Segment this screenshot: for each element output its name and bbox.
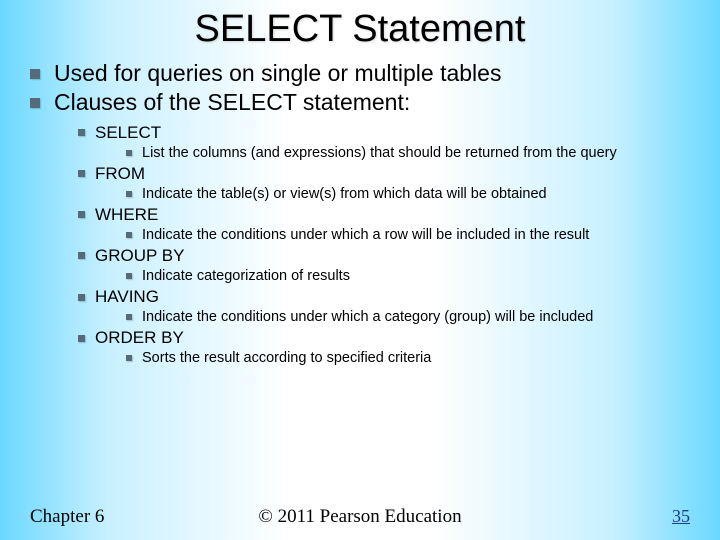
clause-desc-text: Indicate the conditions under which a ro… [142, 226, 589, 244]
square-bullet-icon [126, 314, 132, 320]
square-bullet-icon [78, 294, 85, 301]
clause-from-desc: Indicate the table(s) or view(s) from wh… [126, 185, 692, 203]
clause-desc-text: Indicate the table(s) or view(s) from wh… [142, 185, 547, 203]
slide-body: Used for queries on single or multiple t… [0, 59, 720, 540]
clause-having: HAVING [78, 287, 692, 307]
slide: SELECT Statement Used for queries on sin… [0, 0, 720, 540]
footer-copyright: © 2011 Pearson Education [250, 506, 470, 528]
bullet-item: Used for queries on single or multiple t… [30, 59, 692, 88]
square-bullet-icon [78, 335, 85, 342]
footer-page-number: 35 [470, 506, 690, 527]
footer-chapter: Chapter 6 [30, 506, 250, 528]
clause-desc-text: List the columns (and expressions) that … [142, 144, 617, 162]
clause-desc-text: Indicate the conditions under which a ca… [142, 308, 593, 326]
clause-select: SELECT [78, 123, 692, 143]
clause-desc-text: Sorts the result according to specified … [142, 349, 431, 367]
clauses-list: SELECT List the columns (and expressions… [78, 123, 692, 368]
square-bullet-icon [126, 232, 132, 238]
clause-orderby-desc: Sorts the result according to specified … [126, 349, 692, 367]
clause-where: WHERE [78, 205, 692, 225]
clause-desc-text: Indicate categorization of results [142, 267, 350, 285]
clause-name: ORDER BY [95, 328, 184, 348]
clause-name: GROUP BY [95, 246, 184, 266]
square-bullet-icon [126, 191, 132, 197]
bullet-text: Clauses of the SELECT statement: [54, 88, 410, 117]
clause-orderby: ORDER BY [78, 328, 692, 348]
slide-footer: Chapter 6 © 2011 Pearson Education 35 [0, 506, 720, 528]
square-bullet-icon [126, 355, 132, 361]
clause-select-desc: List the columns (and expressions) that … [126, 144, 692, 162]
square-bullet-icon [126, 150, 132, 156]
bullet-text: Used for queries on single or multiple t… [54, 59, 501, 88]
square-bullet-icon [78, 252, 85, 259]
square-bullet-icon [30, 69, 40, 79]
square-bullet-icon [78, 170, 85, 177]
clause-groupby-desc: Indicate categorization of results [126, 267, 692, 285]
square-bullet-icon [78, 129, 85, 136]
clause-groupby: GROUP BY [78, 246, 692, 266]
clause-having-desc: Indicate the conditions under which a ca… [126, 308, 692, 326]
square-bullet-icon [78, 211, 85, 218]
clause-from: FROM [78, 164, 692, 184]
slide-title: SELECT Statement [0, 8, 720, 51]
clause-name: HAVING [95, 287, 159, 307]
bullet-item: Clauses of the SELECT statement: [30, 88, 692, 117]
square-bullet-icon [126, 273, 132, 279]
square-bullet-icon [30, 98, 40, 108]
clause-where-desc: Indicate the conditions under which a ro… [126, 226, 692, 244]
clause-name: FROM [95, 164, 145, 184]
clause-name: WHERE [95, 205, 158, 225]
clause-name: SELECT [95, 123, 161, 143]
